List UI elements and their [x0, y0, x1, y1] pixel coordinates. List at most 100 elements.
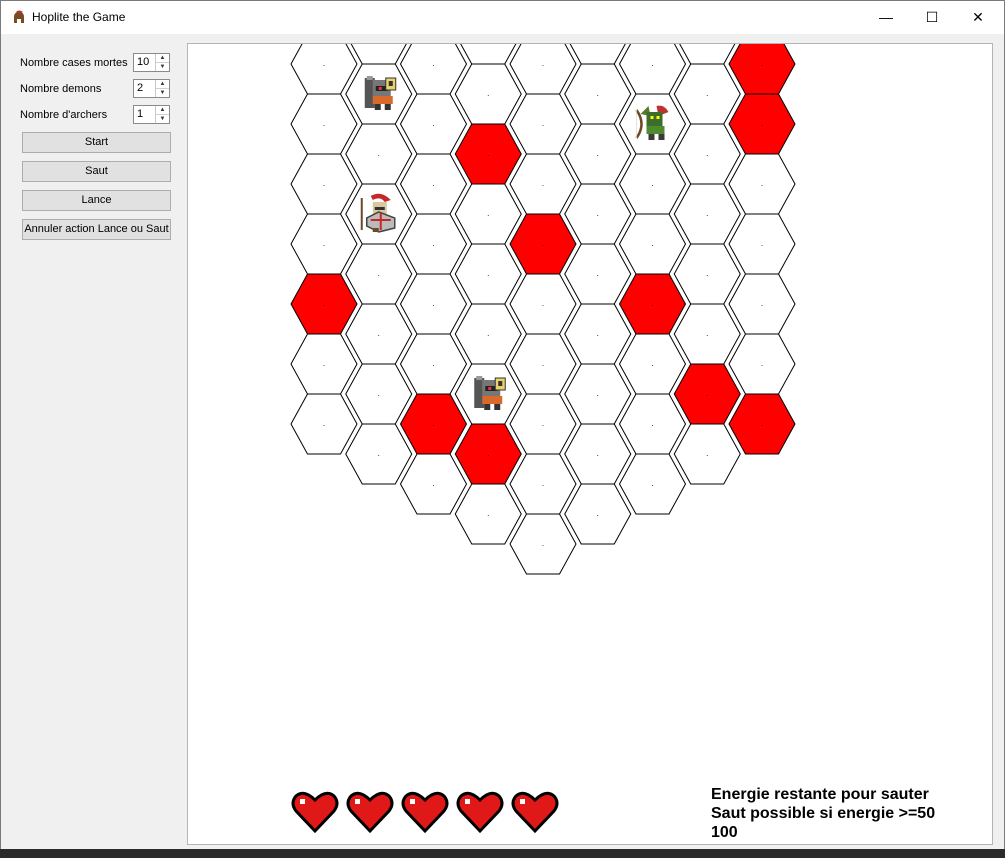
- maximize-button[interactable]: ☐: [909, 1, 955, 34]
- spin-up-arrow-icon[interactable]: ▲: [156, 106, 169, 115]
- game-board: ........................................…: [187, 1, 993, 845]
- hex-tile[interactable]: [290, 33, 358, 95]
- tile-marker: .: [542, 479, 544, 488]
- energy-label: Energie restante pour sauter: [711, 786, 929, 803]
- tile-marker: .: [542, 299, 544, 308]
- tile-marker: .: [487, 509, 489, 518]
- tile-marker: .: [651, 239, 653, 248]
- tile-marker: .: [542, 239, 544, 248]
- tile-marker: .: [378, 329, 380, 338]
- spin-buttons: ▲ ▼: [155, 54, 169, 71]
- dead-tile[interactable]: [728, 33, 796, 95]
- heart-icon: [346, 791, 394, 834]
- tile-marker: .: [487, 89, 489, 98]
- demons-label: Nombre demons: [20, 83, 102, 95]
- demons-spinbox[interactable]: 2 ▲ ▼: [133, 79, 170, 98]
- minimize-button[interactable]: —: [863, 1, 909, 34]
- demons-value[interactable]: 2: [137, 82, 143, 94]
- tile-marker: .: [378, 449, 380, 458]
- window-title: Hoplite the Game: [32, 10, 126, 24]
- game-window: Hoplite the Game — ☐ ✕ Nombre cases mort…: [0, 0, 1005, 858]
- tile-marker: .: [706, 329, 708, 338]
- tile-marker: .: [706, 389, 708, 398]
- dead-tiles-label: Nombre cases mortes: [20, 57, 128, 69]
- tile-marker: .: [323, 119, 325, 128]
- tile-marker: .: [487, 269, 489, 278]
- tile-marker: .: [323, 179, 325, 188]
- cancel-action-button[interactable]: Annuler action Lance ou Saut: [22, 219, 171, 240]
- tile-marker: .: [432, 419, 434, 428]
- archers-label: Nombre d'archers: [20, 109, 108, 121]
- spin-down-arrow-icon[interactable]: ▼: [156, 115, 169, 123]
- spin-up-arrow-icon[interactable]: ▲: [156, 80, 169, 89]
- jump-button[interactable]: Saut: [22, 161, 171, 182]
- tile-marker: .: [323, 239, 325, 248]
- tile-marker: .: [487, 209, 489, 218]
- tile-marker: .: [432, 59, 434, 68]
- energy-value: 100: [711, 824, 738, 841]
- tile-marker: .: [542, 119, 544, 128]
- tile-marker: .: [706, 449, 708, 458]
- tile-marker: .: [323, 419, 325, 428]
- tile-marker: .: [487, 149, 489, 158]
- close-button[interactable]: ✕: [955, 1, 1001, 34]
- tile-marker: .: [597, 449, 599, 458]
- spartan-helmet-icon: [14, 10, 24, 23]
- spear-button[interactable]: Lance: [22, 190, 171, 211]
- tile-marker: .: [597, 389, 599, 398]
- tile-marker: .: [542, 59, 544, 68]
- spin-buttons: ▲ ▼: [155, 80, 169, 97]
- archers-value[interactable]: 1: [137, 108, 143, 120]
- tile-marker: .: [761, 179, 763, 188]
- tile-marker: .: [651, 479, 653, 488]
- jump-requirement-label: Saut possible si energie >=50: [711, 805, 936, 822]
- tile-marker: .: [597, 209, 599, 218]
- hex-tile[interactable]: [618, 33, 687, 95]
- start-button[interactable]: Start: [22, 132, 171, 153]
- tile-marker: .: [432, 239, 434, 248]
- spin-up-arrow-icon[interactable]: ▲: [156, 54, 169, 63]
- tile-marker: .: [378, 389, 380, 398]
- dead-tiles-spinbox[interactable]: 10 ▲ ▼: [133, 53, 170, 72]
- title-bar: Hoplite the Game — ☐ ✕: [1, 1, 1004, 34]
- tile-marker: .: [378, 269, 380, 278]
- tile-marker: .: [651, 299, 653, 308]
- tile-marker: .: [432, 119, 434, 128]
- tile-marker: .: [542, 179, 544, 188]
- tile-marker: .: [761, 59, 763, 68]
- tile-marker: .: [597, 89, 599, 98]
- tile-marker: .: [597, 269, 599, 278]
- heart-icon: [401, 791, 449, 834]
- tile-marker: .: [487, 449, 489, 458]
- tile-marker: .: [597, 509, 599, 518]
- tile-marker: .: [761, 419, 763, 428]
- tile-marker: .: [432, 479, 434, 488]
- tile-marker: .: [542, 359, 544, 368]
- tile-marker: .: [597, 149, 599, 158]
- tile-marker: .: [706, 209, 708, 218]
- control-panel: Nombre cases mortes 10 ▲ ▼ Nombre demons…: [1, 34, 183, 857]
- spin-down-arrow-icon[interactable]: ▼: [156, 89, 169, 97]
- hex-tile[interactable]: [509, 33, 577, 95]
- tile-marker: .: [761, 119, 763, 128]
- tile-marker: .: [432, 359, 434, 368]
- tile-marker: .: [378, 149, 380, 158]
- tile-marker: .: [651, 59, 653, 68]
- spin-buttons: ▲ ▼: [155, 106, 169, 123]
- energy-panel: Energie restante pour sauter Saut possib…: [711, 785, 935, 842]
- heart-icon: [456, 791, 504, 834]
- tile-marker: .: [487, 329, 489, 338]
- background-strip: [0, 849, 1005, 858]
- archers-spinbox[interactable]: 1 ▲ ▼: [133, 105, 170, 124]
- dead-tiles-value[interactable]: 10: [137, 56, 149, 68]
- tile-marker: .: [323, 59, 325, 68]
- tile-marker: .: [651, 419, 653, 428]
- tile-marker: .: [761, 239, 763, 248]
- tile-marker: .: [706, 269, 708, 278]
- hex-tile[interactable]: [399, 33, 468, 95]
- spin-down-arrow-icon[interactable]: ▼: [156, 63, 169, 71]
- tile-marker: .: [651, 179, 653, 188]
- tile-marker: .: [432, 179, 434, 188]
- tile-marker: .: [597, 329, 599, 338]
- tile-marker: .: [706, 149, 708, 158]
